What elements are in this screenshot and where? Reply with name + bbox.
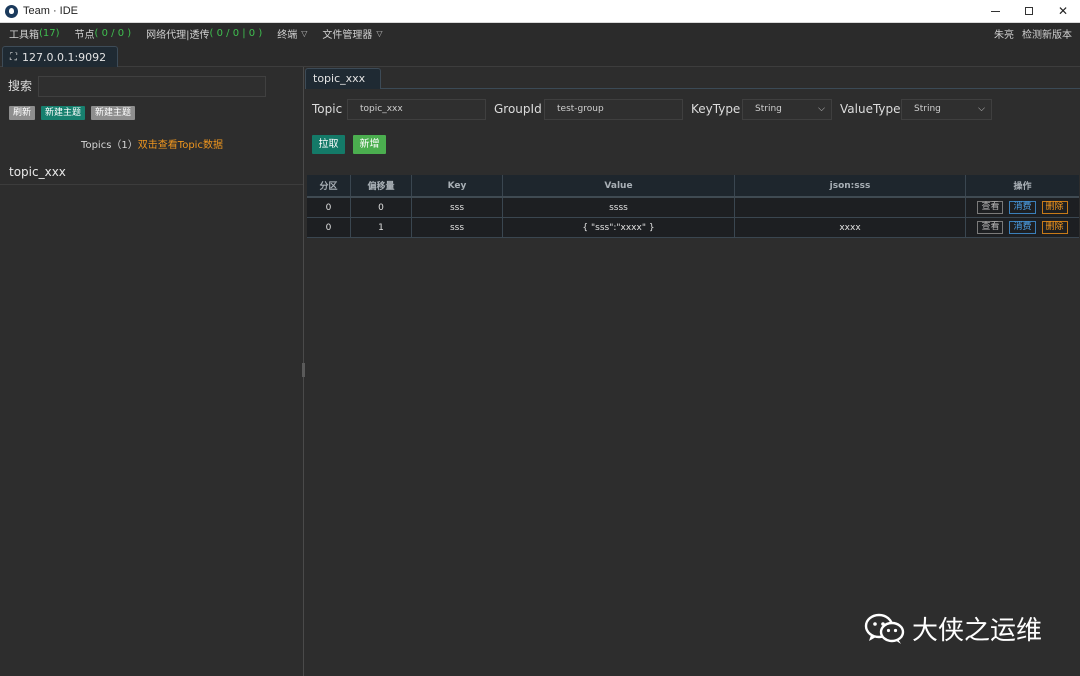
menu-nodes[interactable]: 节点( 0 / 0 ) bbox=[75, 26, 132, 41]
watermark: 大侠之运维 bbox=[864, 610, 1042, 647]
check-update-button[interactable]: 检测新版本 bbox=[1022, 26, 1072, 41]
app-logo-icon bbox=[5, 4, 18, 18]
tab-server[interactable]: ⛶ 127.0.0.1:9092 bbox=[2, 46, 118, 67]
groupid-input[interactable]: test-group bbox=[544, 99, 683, 120]
valuetype-label: ValueType bbox=[840, 102, 901, 116]
server-tab-label: 127.0.0.1:9092 bbox=[22, 50, 107, 64]
search-label: 搜索 bbox=[8, 79, 33, 93]
menu-user[interactable]: 朱亮 bbox=[994, 26, 1014, 41]
topic-tab-bar: topic_xxx bbox=[305, 67, 1080, 89]
new-topic-button[interactable]: 新建主题 bbox=[41, 106, 86, 120]
delete-button[interactable]: 删除 bbox=[1041, 221, 1068, 234]
delete-button[interactable]: 删除 bbox=[1041, 201, 1068, 214]
cell-key: sss bbox=[412, 198, 503, 217]
add-button[interactable]: 新增 bbox=[353, 135, 386, 154]
chevron-down-icon: ⌵ bbox=[978, 104, 985, 114]
menu-proxy[interactable]: 网络代理|透传( 0 / 0 | 0 ) bbox=[146, 26, 262, 41]
search-input[interactable] bbox=[38, 76, 266, 97]
cell-value: ssss bbox=[503, 198, 735, 217]
cell-offset: 0 bbox=[351, 198, 412, 217]
menu-toolbox[interactable]: 工具箱 (17) bbox=[9, 26, 60, 41]
column-header: json:sss bbox=[735, 175, 966, 196]
valuetype-select[interactable]: String ⌵ bbox=[901, 99, 992, 120]
cell-json-sss: xxxx bbox=[735, 218, 966, 237]
proxy-count: ( 0 / 0 | 0 ) bbox=[209, 28, 263, 39]
chevron-down-icon: ⌵ bbox=[818, 104, 825, 114]
cell-value: { "sss":"xxxx" } bbox=[503, 218, 735, 237]
topic-input[interactable]: topic_xxx bbox=[347, 99, 486, 120]
title-bar: Team · IDE ✕ bbox=[0, 0, 1080, 23]
menu-terminal[interactable]: 终端 ▽ bbox=[277, 26, 307, 41]
pull-button[interactable]: 拉取 bbox=[312, 135, 345, 154]
topics-sidebar: 搜索 刷新 新建主题 新建主题 Topics（1）双击查看Topic数据 top… bbox=[0, 67, 304, 676]
column-header: 偏移量 bbox=[351, 175, 412, 196]
watermark-text: 大侠之运维 bbox=[912, 616, 1043, 646]
table-row: 0 0 sss ssss 查看 消费 删除 bbox=[307, 198, 1079, 218]
window-title: Team · IDE bbox=[23, 5, 79, 17]
cell-ops: 查看 消费 删除 bbox=[966, 218, 1079, 237]
topic-list-item[interactable]: topic_xxx bbox=[0, 163, 303, 185]
view-button[interactable]: 查看 bbox=[977, 201, 1004, 214]
menu-file-manager[interactable]: 文件管理器 ▽ bbox=[322, 26, 382, 41]
messages-table: 分区 偏移量 Key Value json:sss 操作 0 0 sss sss… bbox=[307, 175, 1079, 238]
cell-json-sss bbox=[735, 198, 966, 217]
column-header: 分区 bbox=[307, 175, 351, 196]
table-row: 0 1 sss { "sss":"xxxx" } xxxx 查看 消费 删除 bbox=[307, 218, 1079, 238]
toolbox-count: (17) bbox=[39, 28, 60, 39]
column-header: 操作 bbox=[1013, 182, 1032, 192]
cell-partition: 0 bbox=[307, 198, 351, 217]
view-button[interactable]: 查看 bbox=[977, 221, 1004, 234]
groupid-label: GroupId bbox=[494, 102, 542, 116]
column-header: Value bbox=[503, 175, 735, 196]
consume-button[interactable]: 消费 bbox=[1009, 201, 1036, 214]
maximize-button[interactable] bbox=[1012, 0, 1046, 23]
topic-detail-panel: topic_xxx Topic topic_xxx GroupId test-g… bbox=[305, 67, 1080, 676]
topics-count: （1） bbox=[111, 140, 138, 151]
consumer-form: Topic topic_xxx GroupId test-group KeyTy… bbox=[312, 99, 1080, 121]
table-header: 分区 偏移量 Key Value json:sss 操作 bbox=[307, 175, 1079, 198]
column-header: Key bbox=[412, 175, 503, 196]
topic-label: Topic bbox=[312, 102, 343, 116]
cell-ops: 查看 消费 删除 bbox=[966, 198, 1079, 217]
topics-hint: 双击查看Topic数据 bbox=[137, 140, 223, 151]
cell-key: sss bbox=[412, 218, 503, 237]
server-tab-bar: ⛶ 127.0.0.1:9092 bbox=[0, 44, 1080, 67]
close-button[interactable]: ✕ bbox=[1046, 0, 1080, 23]
cell-partition: 0 bbox=[307, 218, 351, 237]
chevron-down-icon: ▽ bbox=[301, 29, 308, 38]
refresh-button[interactable]: 刷新 bbox=[9, 106, 36, 120]
nodes-count: ( 0 / 0 ) bbox=[94, 28, 132, 39]
menu-bar: 工具箱 (17) 节点( 0 / 0 ) 网络代理|透传( 0 / 0 | 0 )… bbox=[0, 23, 1080, 44]
tab-topic[interactable]: topic_xxx bbox=[305, 68, 381, 89]
wechat-icon bbox=[864, 613, 905, 644]
keytype-select[interactable]: String ⌵ bbox=[742, 99, 832, 120]
consume-button[interactable]: 消费 bbox=[1009, 221, 1036, 234]
keytype-label: KeyType bbox=[691, 102, 741, 116]
minimize-button[interactable] bbox=[978, 0, 1012, 23]
chevron-down-icon: ▽ bbox=[376, 29, 383, 38]
cell-offset: 1 bbox=[351, 218, 412, 237]
topics-summary: Topics（1）双击查看Topic数据 bbox=[0, 136, 304, 151]
topics-label: Topics bbox=[81, 140, 112, 151]
cluster-icon: ⛶ bbox=[10, 51, 17, 63]
new-topic-button-secondary[interactable]: 新建主题 bbox=[91, 106, 136, 120]
